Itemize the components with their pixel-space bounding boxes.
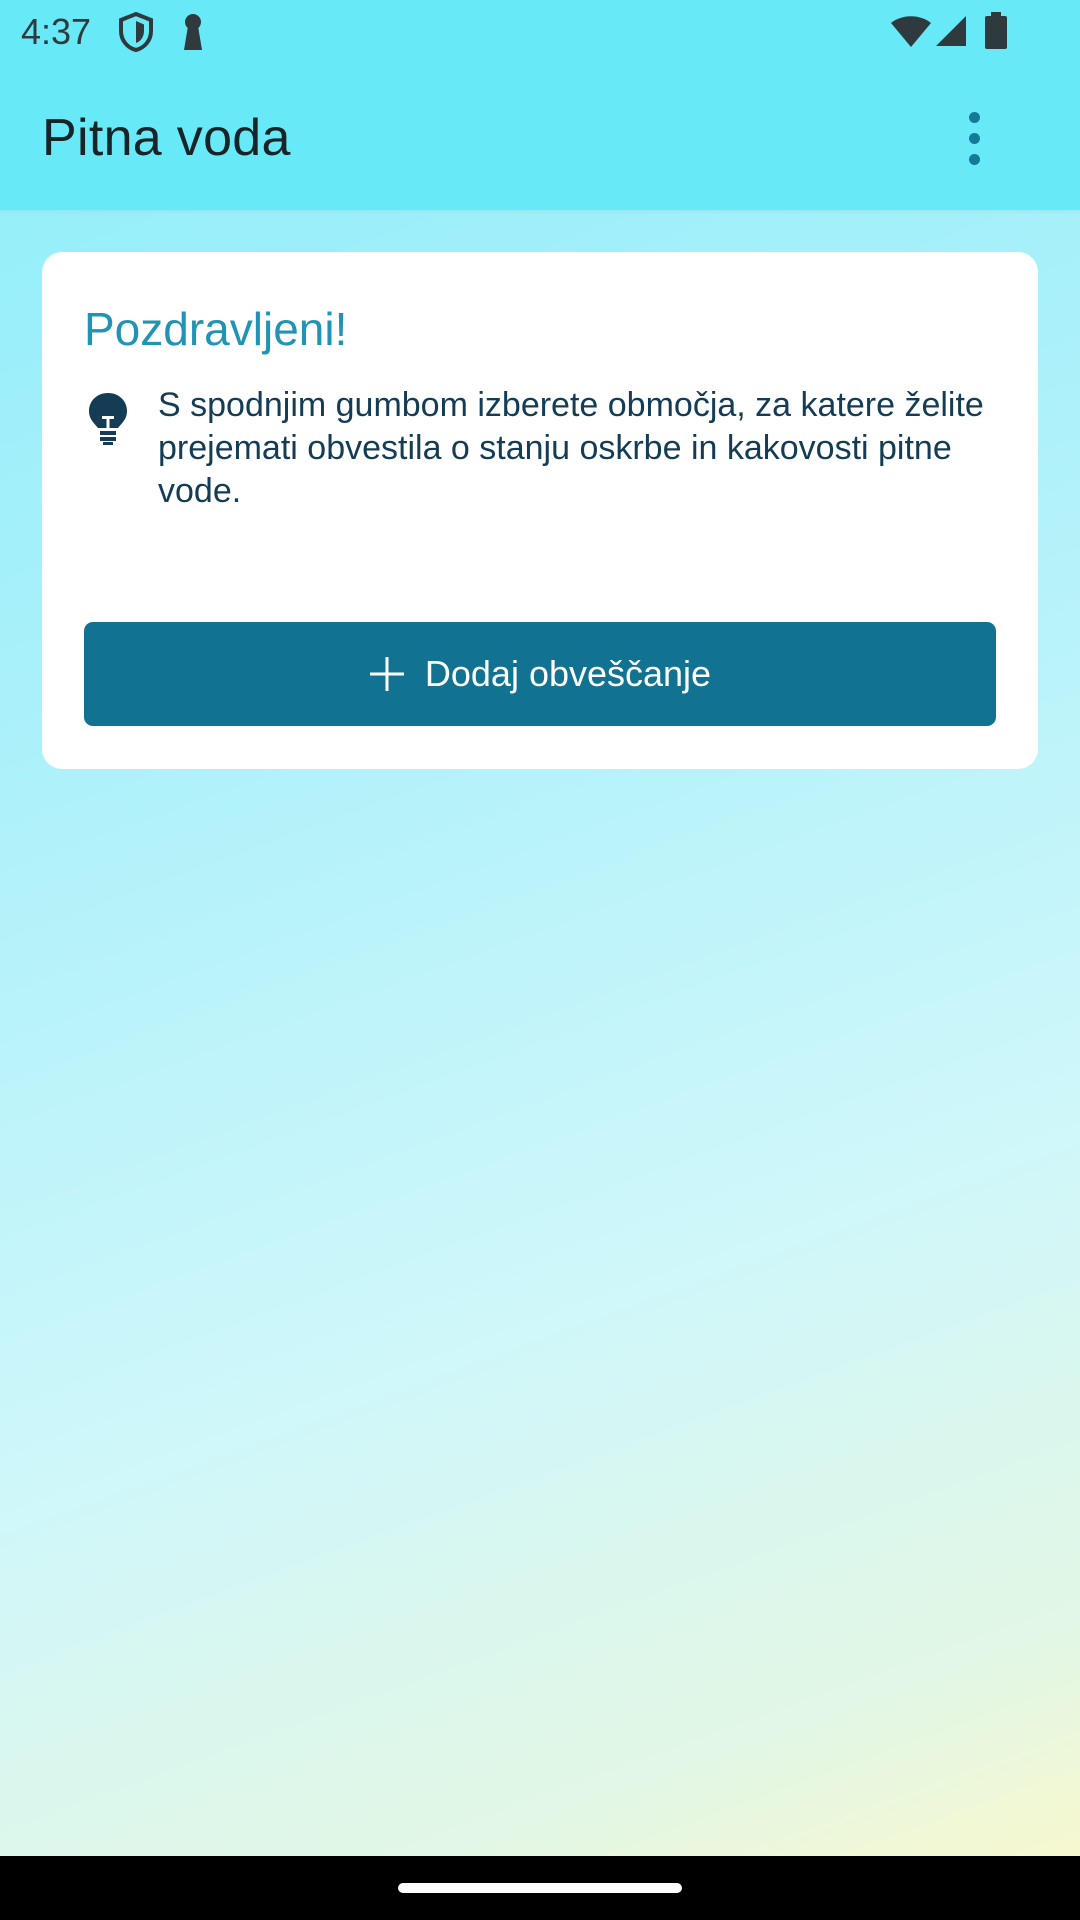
more-vert-icon-dot: [968, 132, 980, 144]
home-gesture-handle[interactable]: [398, 1883, 682, 1893]
shield-icon: [118, 11, 154, 57]
add-notification-label: Dodaj obveščanje: [424, 653, 712, 694]
app-title: Pitna voda: [42, 109, 291, 167]
cellular-signal-icon: [934, 14, 968, 53]
status-bar: 4:37: [0, 0, 1080, 64]
lightbulb-icon: [88, 392, 128, 446]
more-vert-icon: [968, 111, 980, 123]
card-description: S spodnjim gumbom izberete območja, za k…: [158, 386, 984, 510]
battery-icon: [984, 12, 1008, 55]
add-notification-button[interactable]: Dodaj obveščanje: [84, 622, 996, 726]
wifi-icon: [890, 14, 932, 53]
system-navigation-bar: [0, 1856, 1080, 1920]
more-options-button[interactable]: [952, 100, 996, 176]
status-time: 4:37: [21, 11, 92, 52]
more-vert-icon-dot: [968, 153, 980, 165]
card-title: Pozdravljeni!: [84, 303, 348, 355]
plus-icon: [369, 656, 405, 692]
app-bar: Pitna voda: [0, 64, 1080, 210]
welcome-card: Pozdravljeni! S spodnjim gumbom izberete…: [42, 252, 1038, 769]
keyhole-icon: [178, 12, 208, 57]
